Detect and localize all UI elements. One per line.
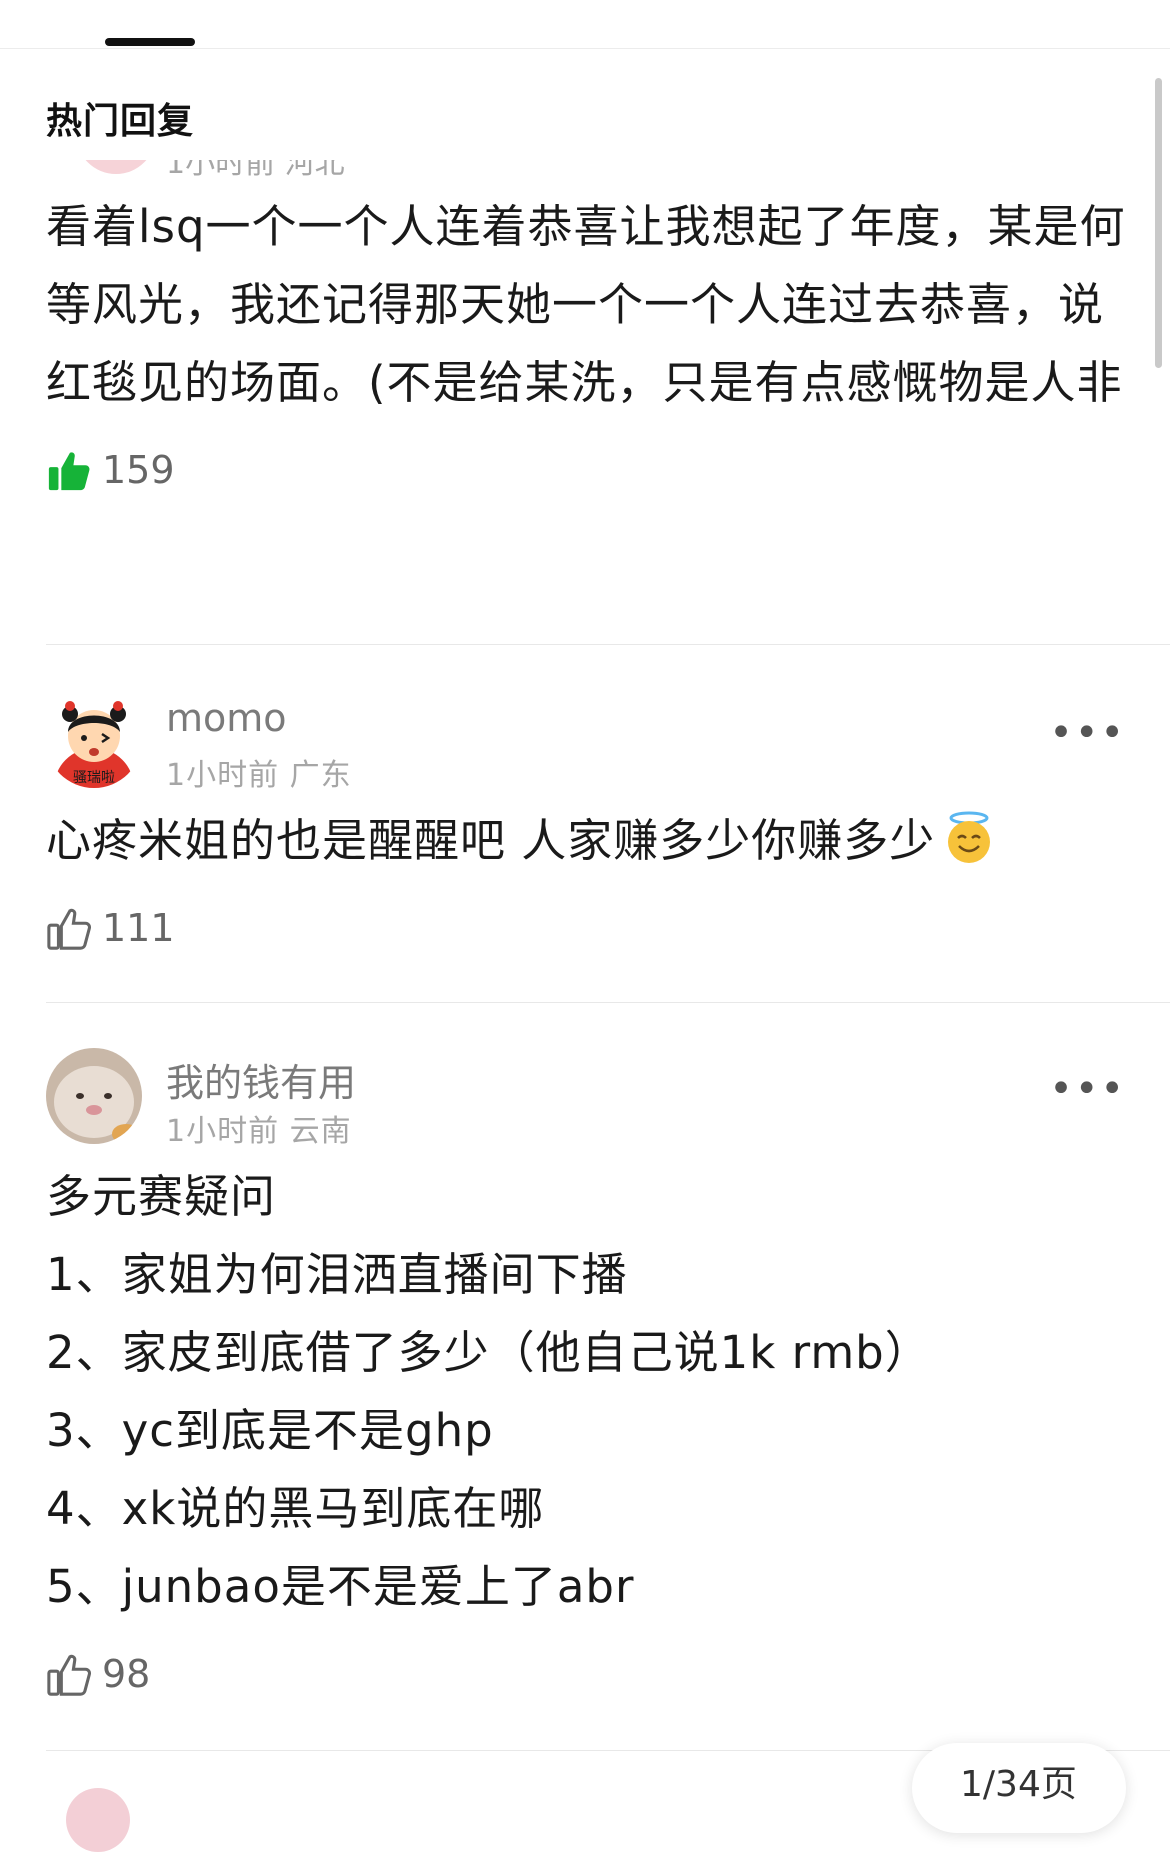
divider <box>46 1002 1170 1003</box>
comment-2: 骚瑞啦 momo 1小时前 广东 ••• 心疼米姐的也是醒醒吧 人家赚多少你赚多… <box>46 692 1126 960</box>
comment-3: 我的钱有用 1小时前 云南 ••• 多元赛疑问 1、家姐为何泪洒直播间下播 2、… <box>46 1048 1126 1706</box>
username[interactable]: 我的钱有用 <box>166 1052 356 1107</box>
like-count: 98 <box>102 1652 151 1696</box>
avatar[interactable] <box>66 1788 130 1852</box>
section-title-hot-replies: 热门回复 <box>46 101 195 142</box>
thumbs-up-outline-icon[interactable] <box>46 906 92 952</box>
like-count: 159 <box>102 448 175 492</box>
comment-meta: 1小时前 云南 <box>166 1114 352 1149</box>
smiling-face-with-halo-icon <box>948 811 991 863</box>
avatar[interactable]: 骚瑞啦 <box>46 692 142 788</box>
comment-1: 看着lsq一个一个人连着恭喜让我想起了年度，某是何等风光，我还记得那天她一个一个… <box>46 188 1126 502</box>
like-button[interactable]: 159 <box>46 442 1126 502</box>
tab-bar <box>0 0 1170 49</box>
comment-text[interactable]: 看着lsq一个一个人连着恭喜让我想起了年度，某是何等风光，我还记得那天她一个一个… <box>46 188 1126 422</box>
avatar-caption: 骚瑞啦 <box>73 769 115 786</box>
more-options-icon[interactable]: ••• <box>1049 1066 1126 1112</box>
avatar[interactable] <box>46 1048 142 1144</box>
comment-text[interactable]: 多元赛疑问 1、家姐为何泪洒直播间下播 2、家皮到底借了多少（他自己说1k rm… <box>46 1158 1126 1626</box>
active-tab-indicator <box>105 38 195 46</box>
pagination-button[interactable]: 1/34页 <box>912 1743 1126 1833</box>
comment-meta: 1小时前 广东 <box>166 758 352 793</box>
thumbs-up-filled-icon[interactable] <box>46 448 92 494</box>
hamster-photo-avatar-icon <box>46 1048 142 1144</box>
divider <box>46 644 1170 645</box>
comment-text-content: 心疼米姐的也是醒醒吧 人家赚多少你赚多少 <box>46 814 936 867</box>
like-button[interactable]: 98 <box>46 1646 1126 1706</box>
comment-text[interactable]: 心疼米姐的也是醒醒吧 人家赚多少你赚多少 <box>46 802 1126 880</box>
like-count: 111 <box>102 906 175 950</box>
like-button[interactable]: 111 <box>46 900 1126 960</box>
more-options-icon[interactable]: ••• <box>1049 710 1126 756</box>
username[interactable]: momo <box>166 696 287 740</box>
comment-meta: 1小时前 河北 <box>166 160 345 181</box>
avatar[interactable] <box>76 160 156 174</box>
thumbs-up-outline-icon[interactable] <box>46 1652 92 1698</box>
pagination-label: 1/34页 <box>960 1764 1077 1805</box>
cartoon-girl-avatar-icon: 骚瑞啦 <box>46 692 142 788</box>
scrollbar[interactable] <box>1155 78 1162 368</box>
